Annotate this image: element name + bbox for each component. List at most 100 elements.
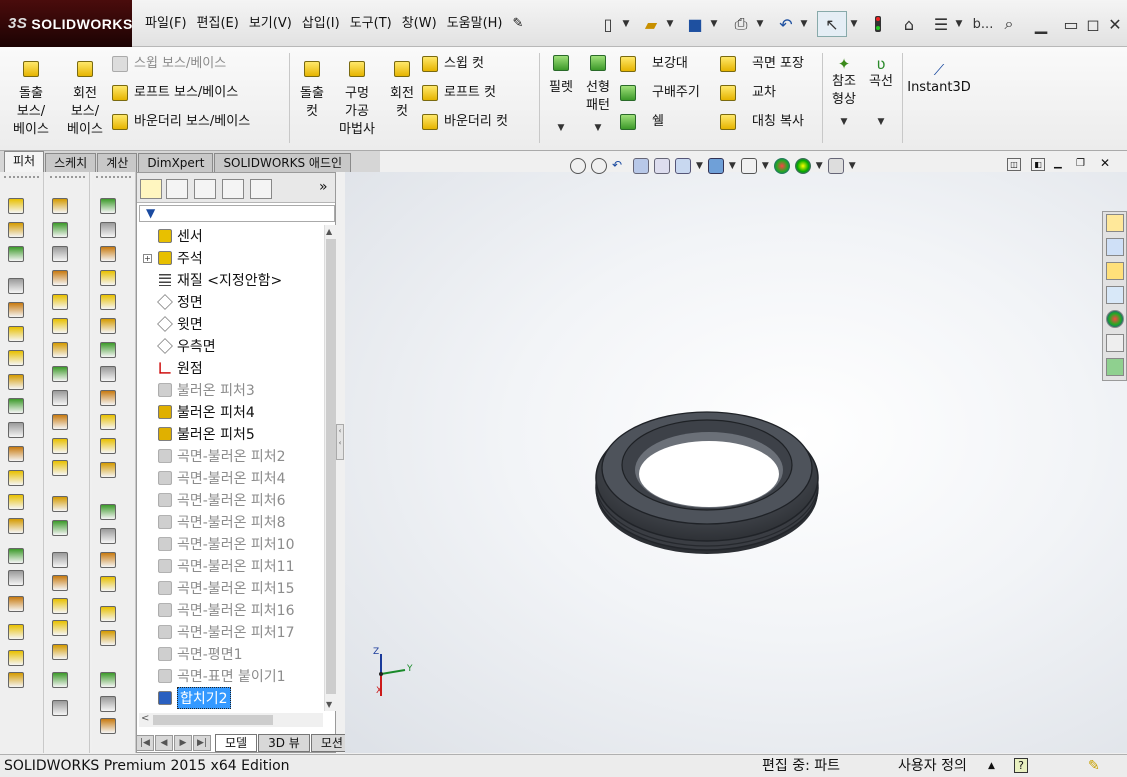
apply-scene-icon[interactable] — [794, 158, 811, 174]
fillet-button[interactable]: 필렛 ▼ — [544, 55, 578, 137]
tree-filter-input[interactable]: ▼ — [139, 205, 335, 222]
chevron-down-icon[interactable]: ▼ — [826, 113, 862, 131]
tab-sketch[interactable]: 스케치 — [45, 153, 97, 172]
menu-insert[interactable]: 삽입(I) — [297, 11, 345, 37]
section-view-icon[interactable] — [633, 158, 649, 174]
chevron-down-icon[interactable]: ▼ — [864, 113, 898, 131]
feature-tool-icon[interactable] — [52, 390, 68, 406]
feature-tool-icon[interactable] — [52, 438, 68, 454]
feature-tool-icon[interactable] — [52, 520, 68, 536]
viewport-minimize-icon[interactable]: ▁ — [1054, 158, 1068, 171]
tab-model[interactable]: 모델 — [215, 734, 258, 752]
chevron-down-icon[interactable]: ▼ — [816, 161, 823, 171]
restore-icon[interactable]: ▭ — [1060, 11, 1082, 37]
tree-node[interactable]: 곡면-불러온 피처8 — [157, 511, 286, 533]
feature-tool-icon[interactable] — [52, 270, 68, 286]
print-icon[interactable]: ⎙ — [730, 11, 752, 37]
feature-tool-icon[interactable] — [100, 462, 116, 478]
feature-tool-icon[interactable] — [52, 222, 68, 238]
rib-button[interactable]: 보강대 — [620, 55, 688, 73]
feature-tool-icon[interactable] — [52, 598, 68, 614]
feature-tool-icon[interactable] — [100, 390, 116, 406]
feature-tool-icon[interactable] — [52, 414, 68, 430]
search-icon[interactable]: ⌕ — [998, 11, 1020, 37]
tree-node[interactable]: 불러온 피처3 — [157, 379, 255, 401]
feature-tool-icon[interactable] — [8, 570, 24, 586]
last-tab-icon[interactable]: ▶| — [193, 735, 211, 751]
new-document-icon[interactable]: ▯ — [597, 11, 619, 37]
graphics-viewport[interactable]: Z Y X — [345, 172, 1127, 753]
hole-wizard-button[interactable]: 구멍 가공 마법사 — [334, 61, 380, 139]
feature-tool-icon[interactable] — [100, 718, 116, 734]
tree-node[interactable]: + 주석 — [143, 247, 203, 269]
edit-appearance-icon[interactable] — [773, 158, 790, 174]
pin-icon[interactable]: ✎ — [508, 11, 529, 37]
chevron-down-icon[interactable]: ▼ — [580, 119, 616, 137]
open-folder-icon[interactable]: ▰ — [640, 11, 662, 37]
feature-tool-icon[interactable] — [8, 624, 24, 640]
menu-view[interactable]: 보기(V) — [244, 11, 297, 37]
hscroll-thumb[interactable] — [153, 715, 273, 725]
feature-manager-tab-icon[interactable] — [140, 179, 162, 199]
tree-node[interactable]: 불러온 피처4 — [157, 401, 255, 423]
chevron-down-icon[interactable]: ▼ — [849, 161, 856, 171]
feature-tool-icon[interactable] — [100, 696, 116, 712]
chevron-down-icon[interactable]: ▼ — [544, 119, 578, 137]
custom-properties-icon[interactable] — [1106, 334, 1124, 352]
curves-button[interactable]: ʋ 곡선 ▼ — [864, 55, 898, 131]
feature-tool-icon[interactable] — [52, 644, 68, 660]
intersect-button[interactable]: 교차 — [720, 84, 776, 102]
tree-node[interactable]: 원점 — [157, 357, 203, 379]
zoom-to-fit-icon[interactable] — [570, 158, 586, 174]
boundary-boss-button[interactable]: 바운더리 보스/베이스 — [112, 113, 250, 131]
feature-tool-icon[interactable] — [8, 518, 24, 534]
feature-tool-icon[interactable] — [100, 528, 116, 544]
chevron-down-icon[interactable]: ▼ — [664, 11, 676, 37]
minimize-icon[interactable]: ▁ — [1030, 11, 1052, 37]
dynamic-annotation-icon[interactable] — [654, 158, 670, 174]
tab-evaluate[interactable]: 계산 — [97, 153, 138, 172]
first-tab-icon[interactable]: |◀ — [136, 735, 154, 751]
feature-tool-icon[interactable] — [52, 700, 68, 716]
next-tab-icon[interactable]: ▶ — [174, 735, 192, 751]
feature-tool-icon[interactable] — [100, 294, 116, 310]
feature-tool-icon[interactable] — [8, 302, 24, 318]
tree-node[interactable]: 윗면 — [157, 313, 203, 335]
feature-tool-icon[interactable] — [100, 672, 116, 688]
viewport-close-icon[interactable]: ✕ — [1100, 156, 1114, 170]
property-manager-tab-icon[interactable] — [166, 179, 188, 199]
tree-node[interactable]: 곡면-불러온 피처11 — [157, 555, 294, 577]
previous-view-icon[interactable]: ↶ — [612, 158, 628, 174]
feature-tool-icon[interactable] — [8, 422, 24, 438]
scroll-down-icon[interactable]: ▼ — [326, 700, 332, 709]
feature-tool-icon[interactable] — [8, 350, 24, 366]
shell-button[interactable]: 쉘 — [620, 113, 664, 131]
solidworks-forum-icon[interactable] — [1106, 358, 1124, 376]
feature-tool-icon[interactable] — [8, 494, 24, 510]
feature-tool-icon[interactable] — [100, 246, 116, 262]
loft-boss-button[interactable]: 로프트 보스/베이스 — [112, 84, 238, 102]
tree-node[interactable]: 재질 <지정안함> — [157, 269, 282, 291]
feature-tool-icon[interactable] — [52, 552, 68, 568]
chevron-down-icon[interactable]: ▼ — [848, 11, 860, 37]
undo-icon[interactable]: ↶ — [775, 11, 797, 37]
tree-node[interactable]: 센서 — [157, 225, 203, 247]
feature-tool-icon[interactable] — [8, 278, 24, 294]
feature-tool-icon[interactable] — [100, 576, 116, 592]
feature-tool-icon[interactable] — [52, 294, 68, 310]
feature-tool-icon[interactable] — [100, 318, 116, 334]
chevron-down-icon[interactable]: ▼ — [953, 11, 965, 37]
extrude-cut-button[interactable]: 돌출 컷 — [294, 61, 330, 121]
tree-node[interactable]: 곡면-평면1 — [157, 643, 242, 665]
rebuild-status-icon[interactable]: ✎ — [1088, 755, 1100, 777]
design-library-icon[interactable] — [1106, 238, 1124, 256]
tree-node[interactable]: 우측면 — [157, 335, 216, 357]
feature-tool-icon[interactable] — [8, 672, 24, 688]
chevron-down-icon[interactable]: ▼ — [620, 11, 632, 37]
feature-tool-icon[interactable] — [52, 342, 68, 358]
feature-tool-icon[interactable] — [100, 198, 116, 214]
viewport-split-icon[interactable]: ◧ — [1031, 158, 1045, 171]
appearances-icon[interactable] — [1106, 310, 1124, 328]
feature-tool-icon[interactable] — [8, 650, 24, 666]
feature-tool-icon[interactable] — [100, 366, 116, 382]
